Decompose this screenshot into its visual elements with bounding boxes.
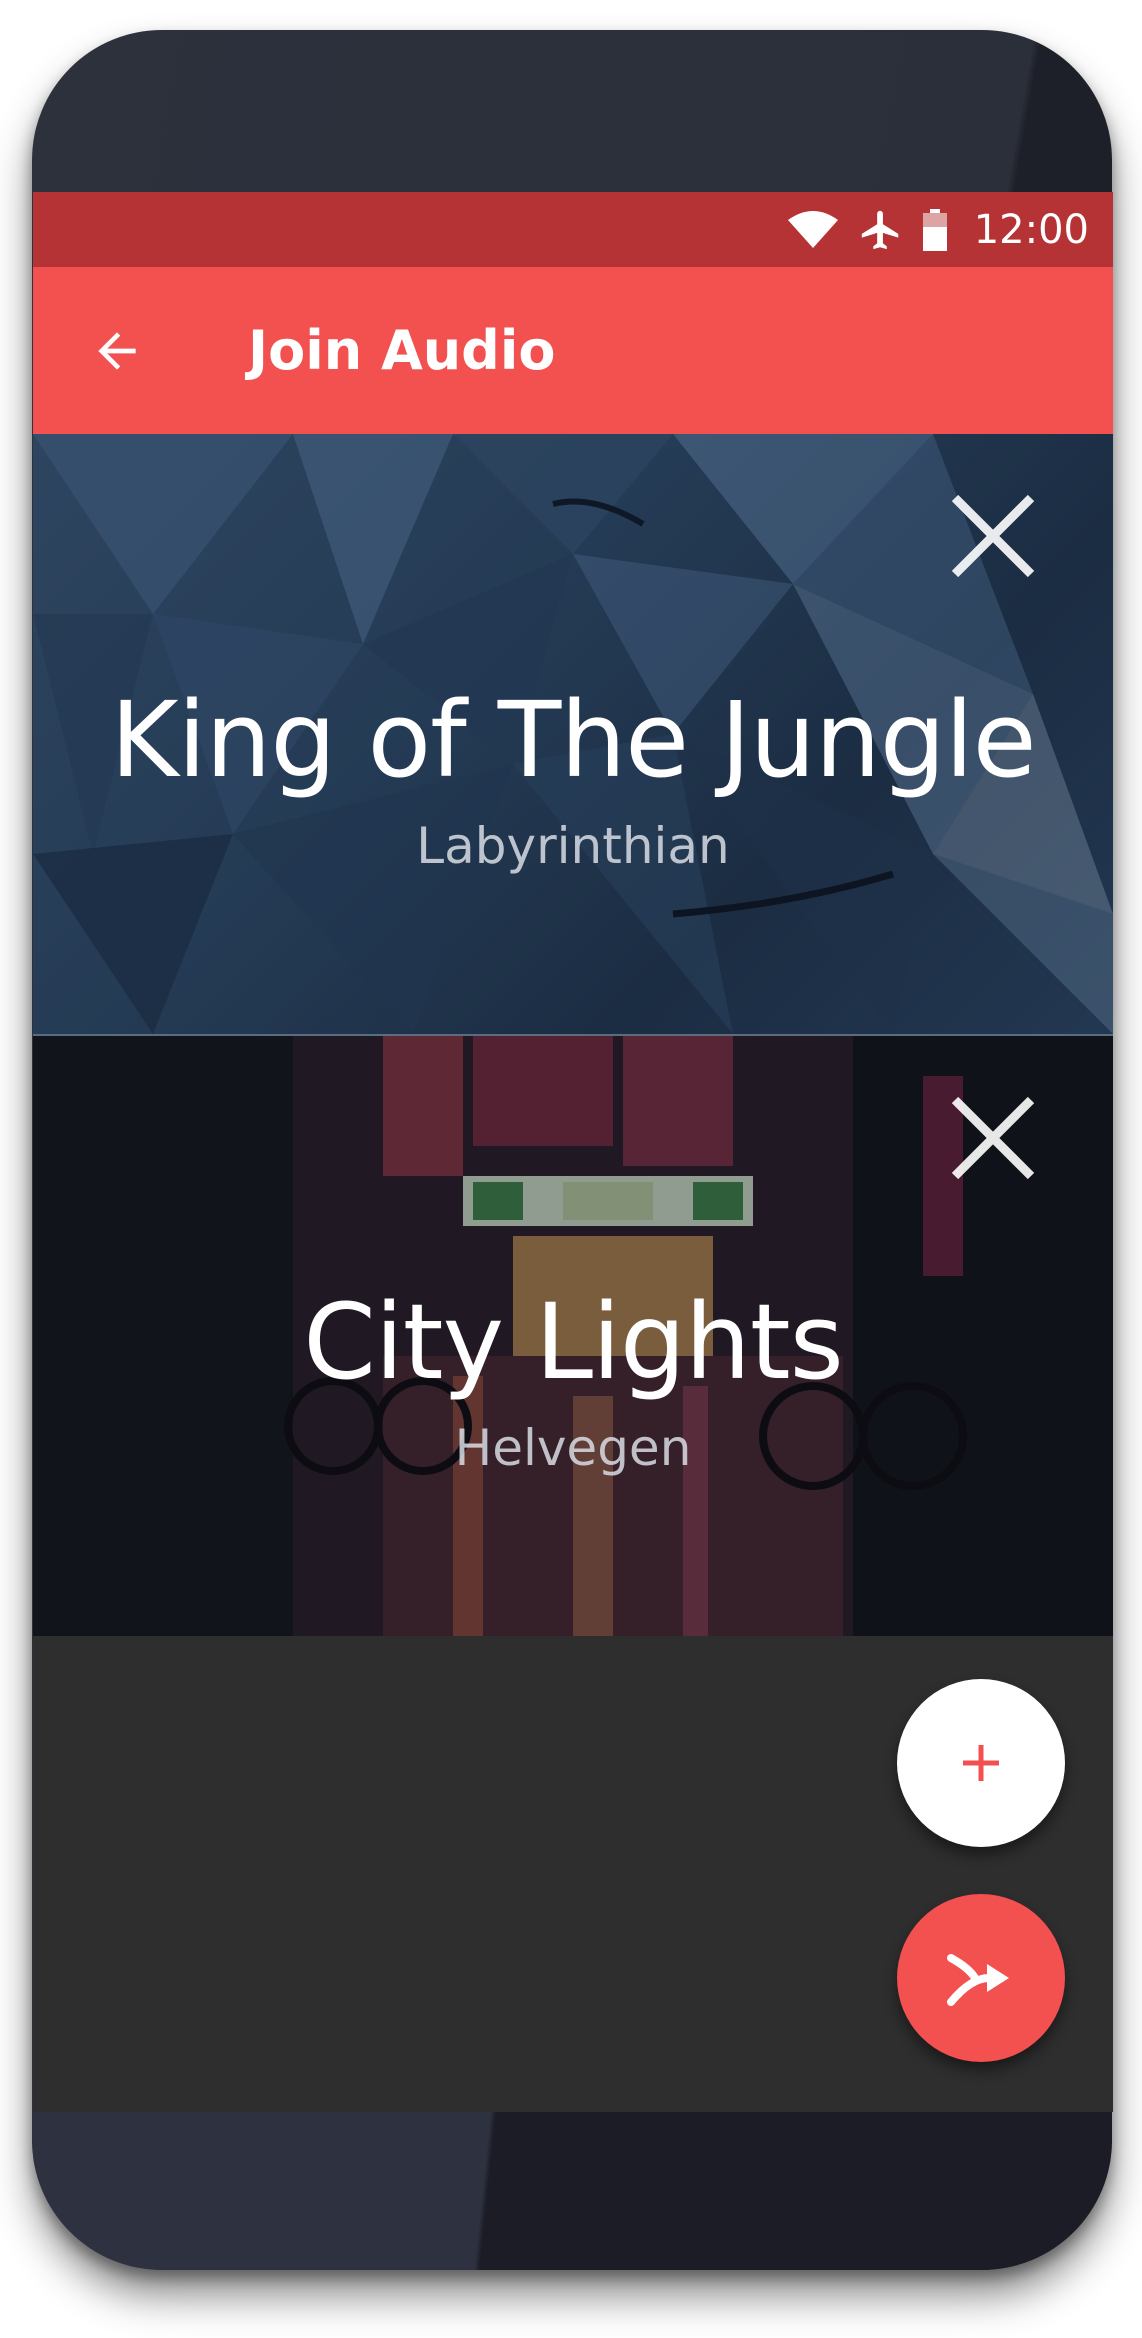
back-button[interactable] bbox=[83, 317, 151, 385]
status-bar: 12:00 bbox=[33, 192, 1113, 267]
airplane-mode-icon bbox=[861, 210, 898, 249]
close-icon bbox=[951, 1096, 1035, 1180]
add-track-button[interactable] bbox=[897, 1679, 1065, 1847]
close-icon bbox=[951, 494, 1035, 578]
app-bar: Join Audio bbox=[33, 267, 1113, 434]
close-button[interactable] bbox=[943, 486, 1043, 586]
battery-icon bbox=[922, 208, 947, 251]
status-time: 12:00 bbox=[973, 206, 1089, 253]
track-title: King of The Jungle bbox=[110, 679, 1036, 801]
arrow-left-icon bbox=[98, 332, 136, 370]
app-screen: 12:00 Join Audio King of The Jungle Laby… bbox=[33, 192, 1113, 2112]
status-icons: 12:00 bbox=[786, 192, 1089, 267]
page-title: Join Audio bbox=[248, 319, 556, 382]
track-artist: Helvegen bbox=[454, 1419, 692, 1477]
track-artist: Labyrinthian bbox=[416, 817, 730, 875]
plus-icon bbox=[963, 1745, 999, 1781]
merge-arrow-icon bbox=[947, 1954, 1009, 2006]
merge-share-button[interactable] bbox=[897, 1894, 1065, 2062]
track-card[interactable]: City Lights Helvegen bbox=[33, 1036, 1113, 1636]
close-button[interactable] bbox=[943, 1088, 1043, 1188]
track-card[interactable]: King of The Jungle Labyrinthian bbox=[33, 434, 1113, 1034]
wifi-icon bbox=[787, 210, 838, 248]
track-title: City Lights bbox=[303, 1281, 844, 1403]
